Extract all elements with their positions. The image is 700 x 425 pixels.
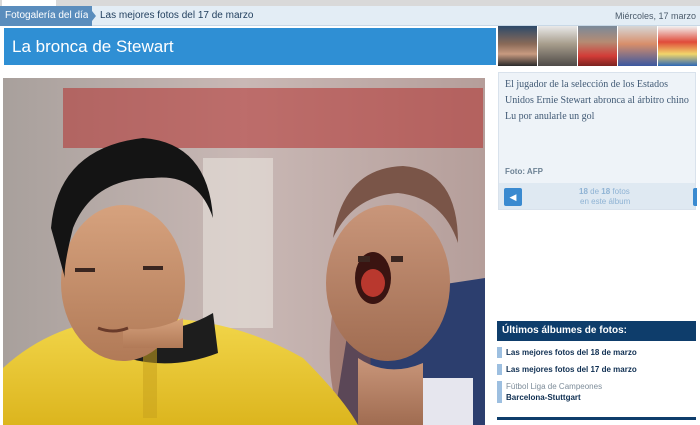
main-photo bbox=[3, 78, 485, 425]
album-link[interactable]: Las mejores fotos del 18 de marzo bbox=[497, 347, 696, 358]
photo-caption: El jugador de la selección de los Estado… bbox=[505, 79, 689, 122]
albums-bottom-rule bbox=[497, 417, 696, 420]
latest-albums-heading: Últimos álbumes de fotos: bbox=[497, 321, 696, 341]
thumbnail-image[interactable] bbox=[658, 26, 698, 66]
thumbnail-image[interactable] bbox=[498, 26, 538, 66]
arrow-left-icon[interactable]: ◀ bbox=[504, 188, 522, 206]
arrow-right-icon[interactable] bbox=[693, 188, 697, 206]
album-title[interactable]: Las mejores fotos del 18 de marzo bbox=[506, 348, 637, 357]
breadcrumb-arrow-icon bbox=[88, 6, 96, 26]
album-bullet bbox=[497, 364, 502, 375]
photo-navigation: ◀ 18 de 18 fotos en este álbum bbox=[499, 183, 697, 209]
thumbnail-image[interactable] bbox=[618, 26, 658, 66]
album-bullet bbox=[497, 381, 502, 403]
photo-counter: 18 de 18 fotos bbox=[579, 186, 630, 197]
album-bullet bbox=[497, 347, 502, 358]
counter-of: de bbox=[590, 187, 600, 196]
latest-albums: Últimos álbumes de fotos: Las mejores fo… bbox=[497, 321, 696, 421]
album-title[interactable]: Las mejores fotos del 17 de marzo bbox=[506, 365, 637, 374]
photo-credit: Foto: AFP bbox=[505, 167, 543, 176]
photo-total-number: 18 bbox=[601, 187, 611, 196]
album-category: Fútbol Liga de Campeones bbox=[506, 382, 603, 391]
album-title[interactable]: Barcelona-Stuttgart bbox=[506, 393, 581, 402]
counter-items: fotos bbox=[612, 187, 630, 196]
photo-current-number: 18 bbox=[579, 187, 588, 196]
counter-subtitle: en este álbum bbox=[580, 197, 631, 206]
album-link[interactable]: Fútbol Liga de Campeones Barcelona-Stutt… bbox=[497, 381, 696, 403]
title-bar: La bronca de Stewart bbox=[4, 28, 496, 65]
breadcrumb: Fotogalería del día Las mejores fotos de… bbox=[0, 6, 700, 26]
main-photo-image bbox=[3, 78, 485, 425]
thumbnail-image[interactable] bbox=[538, 26, 578, 66]
breadcrumb-album-link[interactable]: Las mejores fotos del 17 de marzo bbox=[100, 6, 253, 26]
caption-panel: El jugador de la selección de los Estado… bbox=[498, 72, 697, 210]
thumbnail-image[interactable] bbox=[578, 26, 618, 66]
album-link[interactable]: Las mejores fotos del 17 de marzo bbox=[497, 364, 696, 375]
page-title: La bronca de Stewart bbox=[12, 37, 174, 56]
thumbnail-strip bbox=[498, 26, 698, 66]
page-date: Miércoles, 17 marzo bbox=[614, 11, 696, 21]
breadcrumb-section-link[interactable]: Fotogalería del día bbox=[0, 6, 92, 26]
